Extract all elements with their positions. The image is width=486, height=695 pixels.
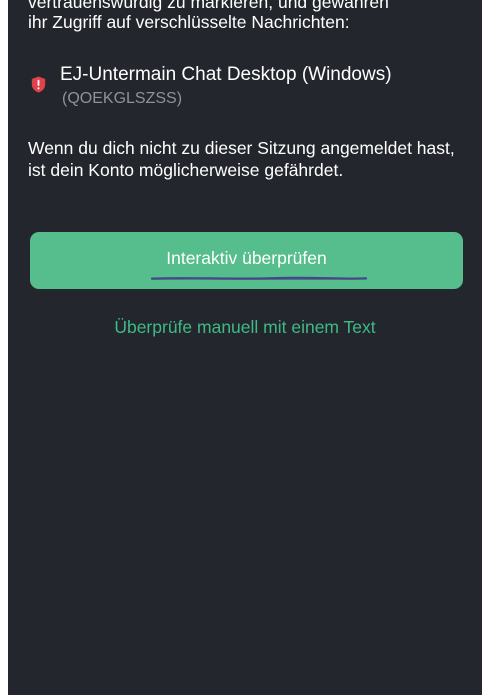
intro-text: ihr Zugriff auf verschlüsselte Nachricht… — [28, 12, 350, 32]
session-name: EJ-Untermain Chat Desktop (Windows) — [60, 64, 392, 85]
shield-warning-icon — [31, 76, 46, 93]
scribble-underline — [151, 276, 367, 280]
verify-interactively-label: Interaktiv überprüfen — [166, 248, 327, 268]
verify-interactively-button[interactable]: Interaktiv überprüfen — [30, 232, 463, 289]
verify-manually-link[interactable]: Überprüfe manuell mit einem Text — [8, 316, 482, 338]
session-info: EJ-Untermain Chat Desktop (Windows) (QOE… — [28, 62, 468, 112]
verification-screen: vertrauenswürdig zu markieren, und gewäh… — [8, 0, 482, 695]
warning-text: Wenn du dich nicht zu dieser Sitzung ang… — [28, 138, 455, 180]
session-device-id: (QOEKGLSZSS) — [62, 90, 183, 107]
